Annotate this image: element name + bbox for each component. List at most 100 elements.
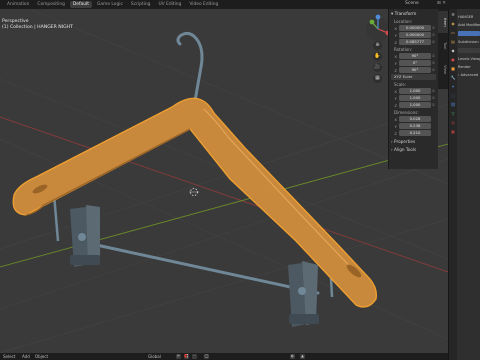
properties-editor: ⚒ ◉ ▭ ▤ ◆ ● ■ 🔧 ✦ ◌ ⛓ ▽ ◎ ▦ HANGER Add Modifier Subdi… [448, 9, 480, 360]
collection-label: (1) Collection | HANGER NIGHT [2, 25, 73, 30]
modifier-header[interactable] [458, 31, 480, 36]
world-icon[interactable]: ● [450, 57, 456, 63]
transform-orientation-select[interactable]: Global [148, 354, 161, 359]
dimensions-y-field[interactable]: 0.238 [399, 123, 431, 129]
axis-label: Z [394, 102, 397, 108]
mode-toggle[interactable] [458, 48, 480, 53]
scale-z-row: Z 1.000 ⚿ [391, 102, 436, 108]
location-y-field[interactable]: 0.000000 [399, 32, 431, 38]
menu-select[interactable]: Select [3, 354, 15, 359]
lock-icon[interactable]: ⚿ [431, 61, 436, 65]
tab-animation[interactable]: Animation [4, 1, 32, 8]
snap-options-icon[interactable]: ⋯ [192, 354, 197, 359]
tab-default[interactable]: Default [69, 1, 92, 8]
scene-selector[interactable]: Scene [405, 1, 419, 6]
menu-add[interactable]: Add [22, 354, 30, 359]
add-modifier-button[interactable]: Add Modifier [458, 23, 480, 27]
hanger-arm-left [52, 193, 60, 242]
camera-icon[interactable]: 🎥 [373, 63, 382, 72]
proportional-edit-icon[interactable]: ◯ [204, 354, 209, 359]
lock-icon[interactable]: ⚿ [431, 54, 436, 58]
hanger-bar [76, 239, 320, 295]
dimensions-x-field[interactable]: 0.028 [399, 116, 431, 122]
lock-icon[interactable]: ⚿ [431, 89, 436, 93]
navigation-gizmo[interactable] [366, 14, 391, 41]
rotation-y-field[interactable]: 0° [399, 60, 431, 66]
zoom-icon[interactable]: ⊕ [373, 41, 382, 50]
texture-icon[interactable]: ▦ [450, 129, 456, 135]
location-z-field[interactable]: 0.085777 [399, 39, 431, 45]
scene-icon[interactable]: ◆ [450, 48, 456, 54]
modifier-icon[interactable]: 🔧 [450, 75, 456, 81]
scale-x-row: X 1.000 ⚿ [391, 88, 436, 94]
pivot-icon[interactable]: ⟳ [176, 354, 181, 359]
rotation-y-row: Y 0° ⚿ [391, 60, 436, 66]
axis-label: Z [394, 39, 397, 45]
tab-scripting[interactable]: Scripting [128, 1, 154, 8]
scale-x-field[interactable]: 1.000 [399, 88, 431, 94]
transform-panel: ▾ Transform Location: X 0.000000 ⚿ Y 0.0… [388, 9, 438, 169]
axis-label: X [394, 88, 397, 94]
lock-icon[interactable]: ⚿ [431, 26, 436, 30]
workspace-bar: Animation Compositing Default Game Logic… [0, 0, 480, 9]
location-x-field[interactable]: 0.000000 [399, 25, 431, 31]
tab-tool[interactable]: Tool [438, 35, 448, 57]
modifier-name: Subdivision [458, 40, 479, 44]
render-icon[interactable]: ◉ [450, 21, 456, 27]
3d-viewport[interactable]: Perspective (1) Collection | HANGER NIGH… [0, 9, 448, 360]
physics-icon[interactable]: ◌ [450, 93, 456, 99]
rotation-z-field[interactable]: 90° [399, 67, 431, 73]
data-icon[interactable]: ▽ [450, 111, 456, 117]
dimensions-z-field[interactable]: 0.210 [399, 130, 431, 136]
material-icon[interactable]: ◎ [450, 120, 456, 126]
rotation-mode-select[interactable]: XYZ Euler [391, 74, 436, 80]
lock-icon[interactable]: ⚿ [431, 33, 436, 37]
clip-right [288, 261, 319, 327]
location-z-row: Z 0.085777 ⚿ [391, 39, 436, 45]
axis-label: Y [394, 95, 397, 101]
tab-compositing[interactable]: Compositing [34, 1, 68, 8]
tab-game-logic[interactable]: Game Logic [94, 1, 126, 8]
lock-icon[interactable]: ⚿ [431, 68, 436, 72]
output-icon[interactable]: ▭ [450, 30, 456, 36]
3d-cursor[interactable] [189, 188, 199, 196]
constraints-icon[interactable]: ⛓ [450, 102, 456, 108]
lock-icon[interactable]: ⚿ [431, 40, 436, 44]
tab-item[interactable]: Item [438, 11, 448, 33]
location-y-row: Y 0.000000 ⚿ [391, 32, 436, 38]
tab-video-editing[interactable]: Video Editing [186, 1, 221, 8]
axis-label: Y [394, 60, 397, 66]
view-layer-icon[interactable]: ▤ [450, 39, 456, 45]
tab-view[interactable]: View [438, 59, 448, 81]
pan-icon[interactable]: ✋ [373, 52, 382, 61]
overlay-icon[interactable]: ◐ [290, 354, 295, 359]
align-tools-section[interactable]: › Align Tools [391, 147, 436, 152]
snap-icon[interactable]: 🧲 [184, 354, 189, 359]
tool-icon[interactable]: ⚒ [450, 12, 456, 18]
rotation-x-field[interactable]: 90° [399, 53, 431, 59]
object-icon[interactable]: ■ [450, 66, 456, 72]
scale-z-field[interactable]: 1.000 [399, 102, 431, 108]
shading-icon[interactable]: ▲ [300, 354, 305, 359]
lock-icon[interactable]: ⚿ [431, 103, 436, 107]
dimensions-z-row: Z 0.210 [391, 130, 436, 136]
axis-label: Z [394, 67, 397, 73]
dimensions-x-row: X 0.028 [391, 116, 436, 122]
tab-uv-editing[interactable]: UV Editing [155, 1, 184, 8]
window-controls[interactable]: ⊞ ✕ [437, 1, 446, 6]
grid-view-icon[interactable]: ▦ [373, 74, 382, 83]
transform-header[interactable]: ▾ Transform [391, 12, 436, 17]
dimensions-y-row: Y 0.238 [391, 123, 436, 129]
location-label: Location: [394, 19, 413, 24]
menu-object[interactable]: Object [35, 354, 48, 359]
particles-icon[interactable]: ✦ [450, 84, 456, 90]
rotation-x-row: X 90° ⚿ [391, 53, 436, 59]
properties-section[interactable]: › Properties [391, 139, 436, 144]
scale-y-field[interactable]: 1.000 [399, 95, 431, 101]
hanger-wood-body[interactable] [12, 97, 378, 308]
viewport-info: Perspective (1) Collection | HANGER NIGH… [2, 19, 73, 31]
advanced-section[interactable]: › Advanced [458, 73, 480, 77]
location-x-row: X 0.000000 ⚿ [391, 25, 436, 31]
lock-icon[interactable]: ⚿ [431, 96, 436, 100]
axis-label: Y [394, 123, 397, 129]
